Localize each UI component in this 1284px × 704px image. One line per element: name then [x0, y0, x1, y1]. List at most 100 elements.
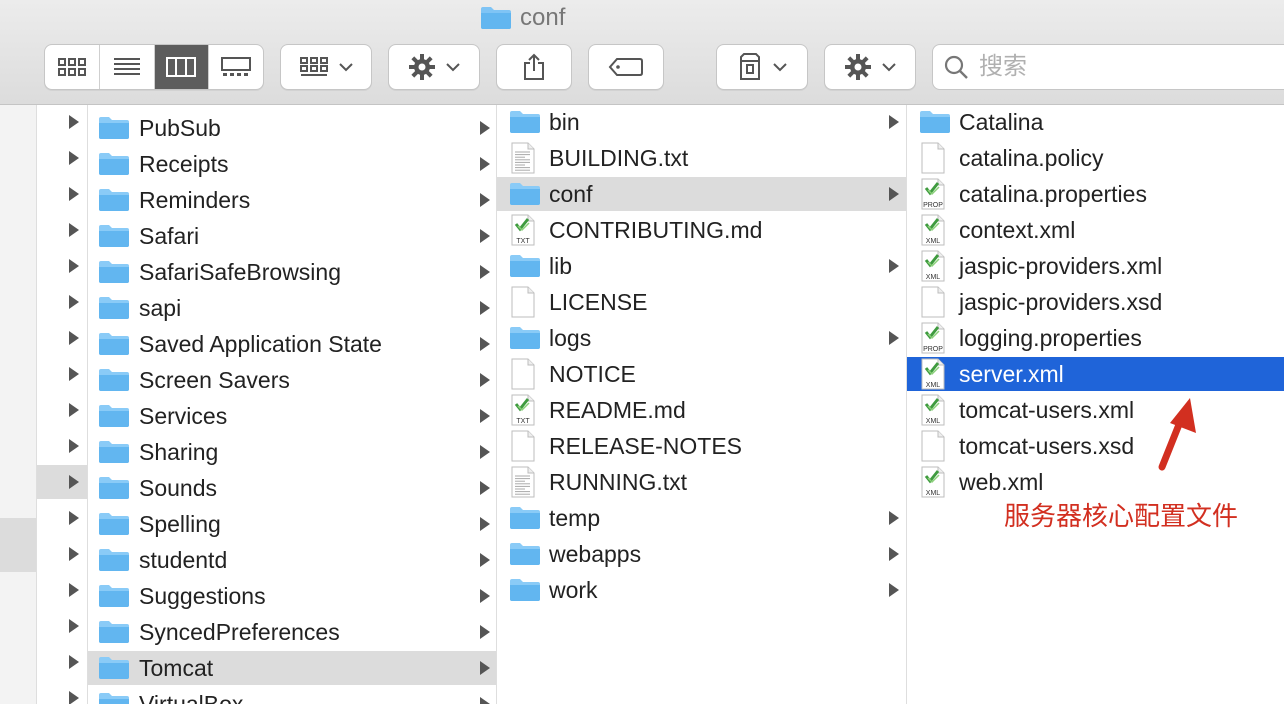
file-row-spelling[interactable]: Spelling: [88, 507, 496, 541]
chevron-down-icon: [339, 63, 353, 72]
chevron-down-icon: [773, 63, 787, 72]
file-row-sharing[interactable]: Sharing: [88, 435, 496, 469]
file-row-tomcat[interactable]: Tomcat: [88, 651, 496, 685]
disclosure-arrow-icon: [69, 439, 79, 453]
group-by-button[interactable]: [280, 44, 372, 90]
file-row-context-xml[interactable]: XML context.xml: [907, 213, 1284, 247]
file-row-saved-application-state[interactable]: Saved Application State: [88, 327, 496, 361]
file-row-readme-md[interactable]: TXT README.md: [497, 393, 906, 427]
disclosure-arrow-icon: [69, 547, 79, 561]
file-row-server-xml[interactable]: XML server.xml: [907, 357, 1284, 391]
folder-icon: [510, 507, 540, 529]
folder-icon: [99, 297, 129, 319]
file-row-bin[interactable]: bin: [497, 105, 906, 139]
file-name: bin: [549, 109, 580, 135]
file-name: logging.properties: [959, 325, 1142, 351]
search-input[interactable]: [977, 52, 1261, 82]
file-row-catalina-properties[interactable]: PROP catalina.properties: [907, 177, 1284, 211]
column-conf[interactable]: Catalina catalina.policy PROP catalina.prop…: [907, 105, 1284, 704]
file-row-reminders[interactable]: Reminders: [88, 183, 496, 217]
tag-button[interactable]: [588, 44, 664, 90]
file-row-services[interactable]: Services: [88, 399, 496, 433]
folder-icon-wrap: [98, 331, 130, 363]
secondary-action-button[interactable]: [824, 44, 916, 90]
file-row-logs[interactable]: logs: [497, 321, 906, 355]
file-icon-wrap: [919, 286, 947, 324]
file-icon-wrap: TXT: [509, 214, 537, 252]
file-row-safarisafebrowsing[interactable]: SafariSafeBrowsing: [88, 255, 496, 289]
file-row-tomcat-users-xml[interactable]: XML tomcat-users.xml: [907, 393, 1284, 427]
gear-icon: [409, 54, 435, 80]
share-button[interactable]: [496, 44, 572, 90]
file-row-screen-savers[interactable]: Screen Savers: [88, 363, 496, 397]
file-row-safari[interactable]: Safari: [88, 219, 496, 253]
file-row-web-xml[interactable]: XML web.xml: [907, 465, 1284, 499]
file-row-studentd[interactable]: studentd: [88, 543, 496, 577]
file-row-receipts[interactable]: Receipts: [88, 147, 496, 181]
column-view-button[interactable]: [154, 45, 210, 89]
file-row-temp[interactable]: temp: [497, 501, 906, 535]
folder-icon: [99, 477, 129, 499]
column-0-selected-row: [37, 465, 87, 499]
disclosure-arrow-icon: [480, 625, 490, 639]
chevron-down-icon: [446, 63, 460, 72]
file-row-syncedpreferences[interactable]: SyncedPreferences: [88, 615, 496, 649]
xml-file-icon: XML: [921, 358, 945, 390]
annotation-label: 服务器核心配置文件: [1004, 502, 1239, 532]
file-row-work[interactable]: work: [497, 573, 906, 607]
file-row-sounds[interactable]: Sounds: [88, 471, 496, 505]
column-tomcat[interactable]: bin BUILDING.txt conf TXT CONTRIBUTING.md lib…: [497, 105, 906, 704]
sidebar-selected-strip: [0, 518, 36, 572]
document-icon: [921, 430, 945, 462]
file-row-running-txt[interactable]: RUNNING.txt: [497, 465, 906, 499]
file-row-building-txt[interactable]: BUILDING.txt: [497, 141, 906, 175]
folder-icon-wrap: [98, 115, 130, 147]
column-library[interactable]: PubSub Receipts Reminders Safari SafariSafeB…: [88, 105, 496, 704]
archive-icon: [740, 53, 760, 80]
folder-icon-wrap: [98, 223, 130, 255]
file-row-virtualbox[interactable]: VirtualBox: [88, 687, 496, 704]
disclosure-arrow-icon: [889, 331, 899, 345]
file-row-jaspic-providers-xml[interactable]: XML jaspic-providers.xml: [907, 249, 1284, 283]
file-row-contributing-md[interactable]: TXT CONTRIBUTING.md: [497, 213, 906, 247]
file-row-catalina[interactable]: Catalina: [907, 105, 1284, 139]
file-icon-wrap: [509, 358, 537, 396]
folder-icon-wrap: [509, 505, 541, 537]
xml-file-icon: XML: [921, 250, 945, 282]
file-name: work: [549, 577, 598, 603]
folder-icon-wrap: [919, 109, 951, 141]
search-field[interactable]: [932, 44, 1284, 90]
folder-icon: [99, 369, 129, 391]
window-title: conf: [480, 2, 565, 34]
xml-file-icon: XML: [921, 214, 945, 246]
file-name: jaspic-providers.xml: [959, 253, 1163, 279]
file-row-release-notes[interactable]: RELEASE-NOTES: [497, 429, 906, 463]
file-name: tomcat-users.xml: [959, 397, 1135, 423]
view-mode-segmented-control[interactable]: [44, 44, 264, 90]
action-menu-button[interactable]: [388, 44, 480, 90]
folder-icon: [99, 405, 129, 427]
file-row-suggestions[interactable]: Suggestions: [88, 579, 496, 613]
archive-button[interactable]: [716, 44, 808, 90]
gallery-view-button[interactable]: [209, 45, 263, 89]
list-view-button[interactable]: [100, 45, 155, 89]
file-row-logging-properties[interactable]: PROP logging.properties: [907, 321, 1284, 355]
file-row-tomcat-users-xsd[interactable]: tomcat-users.xsd: [907, 429, 1284, 463]
file-row-jaspic-providers-xsd[interactable]: jaspic-providers.xsd: [907, 285, 1284, 319]
folder-icon-wrap: [98, 295, 130, 327]
file-name: sapi: [139, 295, 182, 321]
file-row-notice[interactable]: NOTICE: [497, 357, 906, 391]
file-icon-wrap: [919, 430, 947, 468]
icon-view-button[interactable]: [45, 45, 100, 89]
file-row-license[interactable]: LICENSE: [497, 285, 906, 319]
file-name: SafariSafeBrowsing: [139, 259, 341, 285]
file-row-conf[interactable]: conf: [497, 177, 906, 211]
prop-file-icon: PROP: [921, 178, 945, 210]
file-row-sapi[interactable]: sapi: [88, 291, 496, 325]
file-row-pubsub[interactable]: PubSub: [88, 111, 496, 145]
file-row-webapps[interactable]: webapps: [497, 537, 906, 571]
file-name: tomcat-users.xsd: [959, 433, 1135, 459]
disclosure-arrow-icon: [889, 187, 899, 201]
file-row-lib[interactable]: lib: [497, 249, 906, 283]
file-row-catalina-policy[interactable]: catalina.policy: [907, 141, 1284, 175]
